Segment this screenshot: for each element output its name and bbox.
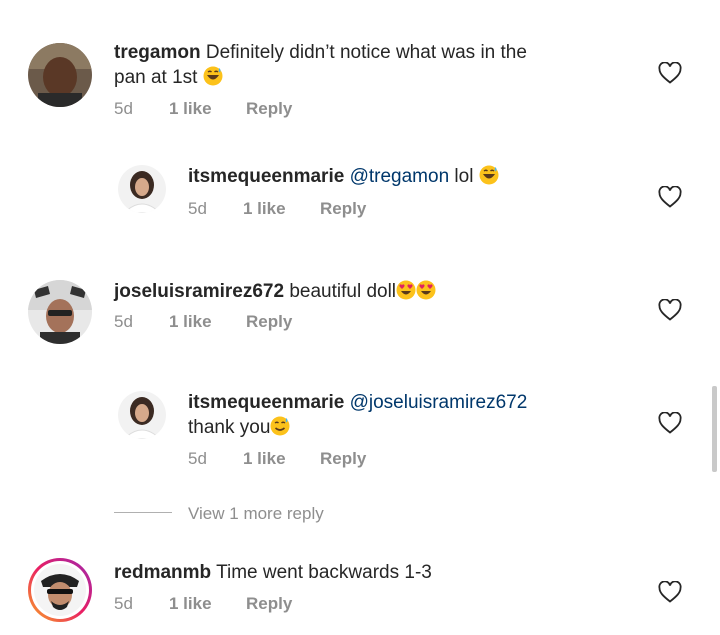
avatar-itsmequeenmarie[interactable] [118,165,166,213]
avatar-itsmequeenmarie[interactable] [118,391,166,439]
reply-thread-divider [114,512,172,513]
username[interactable]: tregamon [114,42,201,63]
username[interactable]: itsmequeenmarie [188,166,344,187]
reply-button[interactable]: Reply [320,199,366,219]
comment-age: 5d [188,199,207,218]
scrollbar[interactable] [712,386,717,472]
heart-outline-icon[interactable] [658,581,682,603]
comment-text: joseluisramirez672 beautiful doll [114,279,574,304]
username[interactable]: itsmequeenmarie [188,392,344,413]
username[interactable]: joseluisramirez672 [114,281,284,302]
heart-outline-icon[interactable] [658,412,682,434]
comment-age: 5d [114,99,133,118]
comment-body: thank you [188,417,271,438]
heart-outline-icon[interactable] [658,299,682,321]
username[interactable]: redmanmb [114,562,211,583]
avatar-joseluisramirez672[interactable] [28,280,92,344]
view-more-replies-button[interactable]: View 1 more reply [114,504,374,524]
smiling-sweat-emoji-icon [270,416,290,436]
reply-button[interactable]: Reply [246,594,292,614]
like-count[interactable]: 1 like [243,199,286,219]
reply-button[interactable]: Reply [246,99,292,119]
grinning-sweat-emoji-icon [479,165,499,185]
like-count[interactable]: 1 like [169,594,212,614]
avatar-redmanmb-story-ring[interactable] [27,557,93,623]
like-count[interactable]: 1 like [169,312,212,332]
reply-button[interactable]: Reply [320,449,366,469]
comment-text: itsmequeenmarie @joseluisramirez672 than… [188,390,618,440]
heart-outline-icon[interactable] [658,62,682,84]
comment-body: beautiful doll [289,281,397,302]
comment-text: itsmequeenmarie @tregamon lol [188,164,628,189]
mention-link[interactable]: @tregamon [350,166,450,187]
avatar-tregamon[interactable] [28,43,92,107]
heart-eyes-emoji-icon [396,280,416,300]
mention-link[interactable]: @joseluisramirez672 [350,392,528,413]
heart-outline-icon[interactable] [658,186,682,208]
comment-age: 5d [188,449,207,468]
heart-eyes-emoji-icon [416,280,436,300]
grinning-sweat-emoji-icon [203,66,223,86]
comment-text: redmanmb Time went backwards 1-3 [114,560,574,585]
view-more-replies-label[interactable]: View 1 more reply [188,504,324,524]
like-count[interactable]: 1 like [169,99,212,119]
comment-age: 5d [114,312,133,331]
comment-body: lol [454,166,474,187]
comment-text: tregamon Definitely didn’t notice what w… [114,40,544,90]
reply-button[interactable]: Reply [246,312,292,332]
comment-age: 5d [114,594,133,613]
comment-body: Time went backwards 1-3 [216,562,432,583]
like-count[interactable]: 1 like [243,449,286,469]
